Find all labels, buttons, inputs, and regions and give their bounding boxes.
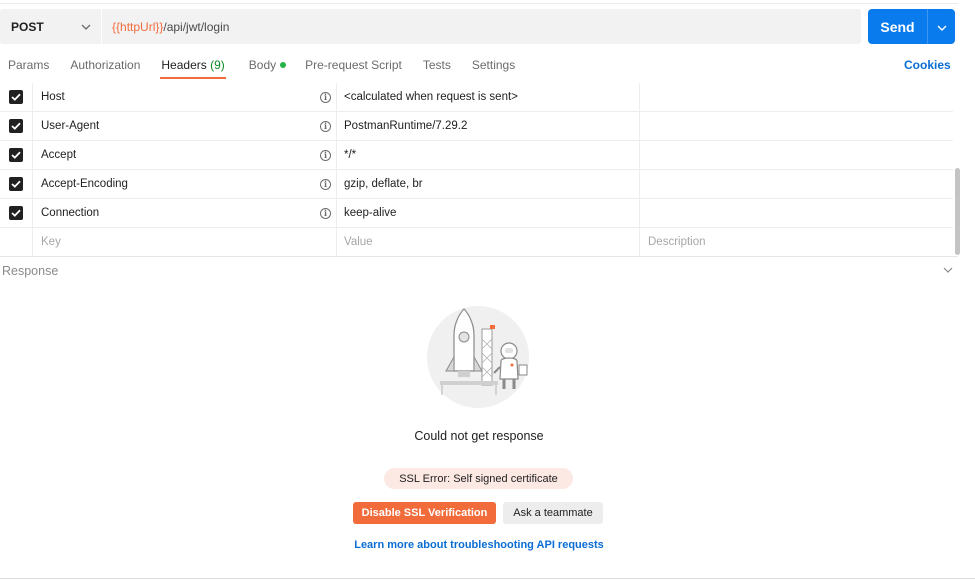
tab-label: Settings: [471, 58, 516, 72]
table-row: User-Agent i PostmanRuntime/7.29.2: [0, 112, 953, 141]
header-description[interactable]: [640, 141, 953, 169]
checkbox-checked-icon[interactable]: [9, 148, 23, 162]
tab-label: Tests: [422, 58, 451, 72]
send-button[interactable]: Send: [868, 9, 927, 44]
tab-body[interactable]: Body: [248, 52, 287, 80]
description-input[interactable]: Description: [640, 228, 953, 256]
send-button-group: Send: [868, 9, 955, 44]
tab-params[interactable]: Params: [8, 52, 49, 80]
header-key[interactable]: Accept-Encoding: [41, 178, 128, 190]
table-row: Host i <calculated when request is sent>: [0, 83, 953, 112]
checkbox-checked-icon[interactable]: [9, 90, 23, 104]
request-tabs: Params Authorization Headers (9) Body Pr…: [0, 52, 958, 80]
header-value[interactable]: <calculated when request is sent>: [337, 83, 640, 111]
send-options-button[interactable]: [927, 9, 955, 44]
header-key[interactable]: Connection: [41, 207, 99, 219]
tab-settings[interactable]: Settings: [472, 52, 515, 80]
checkbox-checked-icon[interactable]: [9, 206, 23, 220]
ask-teammate-button[interactable]: Ask a teammate: [503, 502, 603, 524]
url-input[interactable]: {{httpUrl}}/api/jwt/login: [101, 9, 861, 44]
info-icon[interactable]: i: [320, 178, 331, 190]
table-row: Connection i keep-alive: [0, 199, 953, 228]
disable-ssl-button[interactable]: Disable SSL Verification: [353, 502, 496, 524]
url-variable: {{httpUrl}}: [112, 19, 164, 34]
tab-label: Params: [8, 58, 50, 72]
tab-label: Pre-request Script: [305, 58, 402, 72]
info-icon[interactable]: i: [320, 120, 331, 132]
chevron-down-icon[interactable]: [942, 264, 954, 276]
scrollbar[interactable]: [955, 168, 960, 255]
rocket-astronaut-illustration: [420, 305, 535, 410]
tab-headers[interactable]: Headers (9): [160, 52, 227, 80]
header-description[interactable]: [640, 199, 953, 227]
header-description[interactable]: [640, 112, 953, 140]
ssl-error-badge: SSL Error: Self signed certificate: [384, 468, 573, 489]
table-row: Accept-Encoding i gzip, deflate, br: [0, 170, 953, 199]
info-icon[interactable]: i: [320, 207, 331, 219]
bottom-divider: [0, 578, 975, 579]
cookies-link[interactable]: Cookies: [904, 58, 951, 72]
method-select[interactable]: POST: [0, 9, 101, 44]
learn-more-link[interactable]: Learn more about troubleshooting API req…: [0, 539, 958, 551]
header-value[interactable]: PostmanRuntime/7.29.2: [337, 112, 640, 140]
header-value[interactable]: */*: [337, 141, 640, 169]
tab-tests[interactable]: Tests: [423, 52, 451, 80]
response-title: Response: [2, 264, 59, 278]
header-value[interactable]: gzip, deflate, br: [337, 170, 640, 198]
tab-label: Body: [248, 58, 277, 72]
tab-label: Authorization: [70, 58, 141, 72]
method-label: POST: [11, 19, 44, 34]
no-response-message: Could not get response: [414, 429, 544, 443]
url-bar: POST {{httpUrl}}/api/jwt/login: [0, 9, 861, 44]
headers-table: Host i <calculated when request is sent> …: [0, 83, 953, 257]
checkbox-checked-icon[interactable]: [9, 119, 23, 133]
header-key[interactable]: User-Agent: [41, 120, 99, 132]
value-input[interactable]: Value: [337, 228, 640, 256]
header-description[interactable]: [640, 83, 953, 111]
header-key[interactable]: Host: [41, 91, 65, 103]
header-value[interactable]: keep-alive: [337, 199, 640, 227]
key-input[interactable]: Key: [33, 228, 337, 256]
response-divider[interactable]: [0, 256, 958, 257]
chevron-down-icon: [80, 21, 92, 33]
top-divider: [0, 3, 958, 4]
table-row: Accept i */*: [0, 141, 953, 170]
new-header-row: Key Value Description: [0, 228, 953, 257]
body-indicator-dot: [280, 62, 287, 68]
tab-authorization[interactable]: Authorization: [70, 52, 140, 80]
chevron-down-icon: [937, 20, 947, 34]
tab-pre-request-script[interactable]: Pre-request Script: [305, 52, 402, 80]
url-path: /api/jwt/login: [163, 19, 230, 34]
header-key[interactable]: Accept: [41, 149, 76, 161]
tab-label: Headers: [161, 58, 207, 72]
info-icon[interactable]: i: [320, 149, 331, 161]
header-description[interactable]: [640, 170, 953, 198]
headers-count: (9): [210, 58, 225, 72]
info-icon[interactable]: i: [320, 91, 331, 103]
checkbox-checked-icon[interactable]: [9, 177, 23, 191]
